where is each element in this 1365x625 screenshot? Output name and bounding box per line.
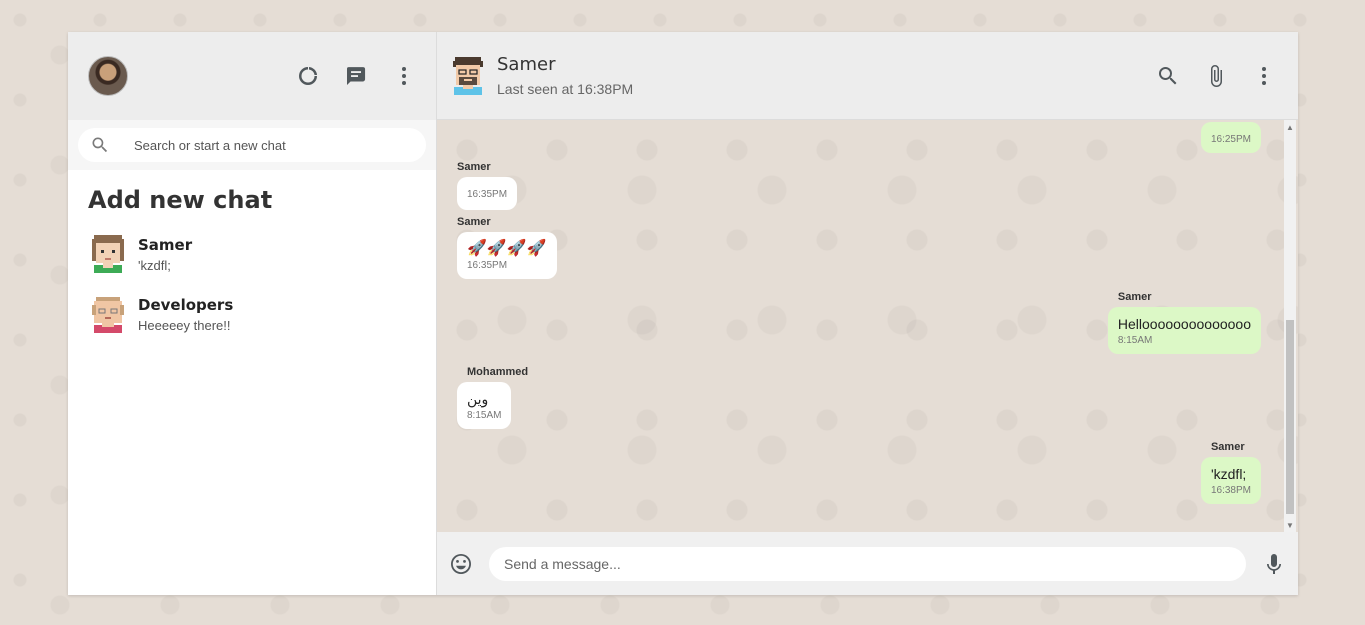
- avatar: [92, 297, 124, 333]
- scroll-up-arrow-icon[interactable]: ▲: [1284, 120, 1296, 134]
- search-input[interactable]: [134, 137, 414, 153]
- message-time: 16:25PM: [1210, 134, 1251, 145]
- menu-icon[interactable]: [392, 64, 416, 88]
- contact-avatar[interactable]: [451, 56, 485, 95]
- search-bar: [68, 120, 436, 170]
- scroll-thumb[interactable]: [1286, 320, 1294, 514]
- add-new-chat-heading[interactable]: Add new chat: [68, 170, 436, 224]
- microphone-icon[interactable]: [1262, 552, 1286, 576]
- message-text: Helloooooooooooooo: [1117, 316, 1251, 332]
- menu-icon[interactable]: [1252, 64, 1276, 88]
- message-incoming: Samer 16:35PM: [457, 161, 518, 210]
- message-sender: Mohammed: [467, 366, 529, 378]
- sidebar: Add new chat Samer 'kzdfl;: [68, 32, 437, 595]
- last-seen-status: Last seen at 16:38PM: [497, 81, 634, 97]
- message-time: 16:38PM: [1210, 485, 1251, 496]
- chat-last-message: Heeeeey there!!: [138, 317, 231, 333]
- message-time: 8:15AM: [467, 410, 502, 421]
- message-sender: Samer: [457, 161, 491, 173]
- message-outgoing: Samer 'kzdfl; 16:38PM: [1200, 441, 1261, 504]
- sidebar-header: [68, 32, 436, 120]
- message-time: 16:35PM: [467, 189, 508, 200]
- search-box: [78, 128, 426, 162]
- message-outgoing: Samer Helloooooooooooooo 8:15AM: [1107, 291, 1261, 354]
- message-time: 8:15AM: [1117, 335, 1153, 346]
- user-avatar[interactable]: [88, 56, 128, 96]
- message-list[interactable]: 16:25PM Samer 16:35PM Samer 🚀🚀🚀🚀 16:35PM: [437, 120, 1298, 532]
- chat-item-developers[interactable]: Developers Heeeeey there!!: [68, 284, 436, 344]
- message-sender: Samer: [1210, 441, 1245, 453]
- emoji-icon[interactable]: [449, 552, 473, 576]
- message-text: 🚀🚀🚀🚀: [467, 240, 547, 257]
- chat-header: Samer Last seen at 16:38PM: [437, 32, 1298, 120]
- message-text: وين: [467, 391, 489, 407]
- composer: [437, 532, 1298, 595]
- scrollbar[interactable]: ▲ ▼: [1284, 120, 1296, 532]
- attach-icon[interactable]: [1204, 64, 1228, 88]
- chat-item-samer[interactable]: Samer 'kzdfl;: [68, 224, 436, 284]
- message-text: 'kzdfl;: [1210, 466, 1247, 482]
- contact-name: Samer: [497, 54, 556, 75]
- avatar: [92, 235, 124, 273]
- message-sender: Samer: [457, 216, 491, 228]
- chat-panel: Samer Last seen at 16:38PM 16:25PM Samer…: [437, 32, 1298, 595]
- sidebar-actions: [296, 64, 416, 88]
- message-time: 16:35PM: [467, 260, 508, 271]
- scroll-down-arrow-icon[interactable]: ▼: [1284, 518, 1296, 532]
- chat-actions: [1156, 64, 1276, 88]
- message-sender: Samer: [1117, 291, 1152, 303]
- app-window: Add new chat Samer 'kzdfl;: [68, 32, 1298, 595]
- chat-name: Samer: [138, 235, 193, 254]
- message-incoming: Mohammed وين 8:15AM: [457, 366, 528, 429]
- chat-last-message: 'kzdfl;: [138, 257, 171, 273]
- search-icon[interactable]: [1156, 64, 1180, 88]
- message-outgoing: 16:25PM: [1200, 122, 1261, 153]
- message-input[interactable]: [489, 546, 1246, 581]
- search-icon: [92, 137, 108, 153]
- chat-name: Developers: [138, 295, 234, 314]
- status-icon[interactable]: [296, 64, 320, 88]
- message-incoming: Samer 🚀🚀🚀🚀 16:35PM: [457, 216, 557, 279]
- new-chat-icon[interactable]: [344, 64, 368, 88]
